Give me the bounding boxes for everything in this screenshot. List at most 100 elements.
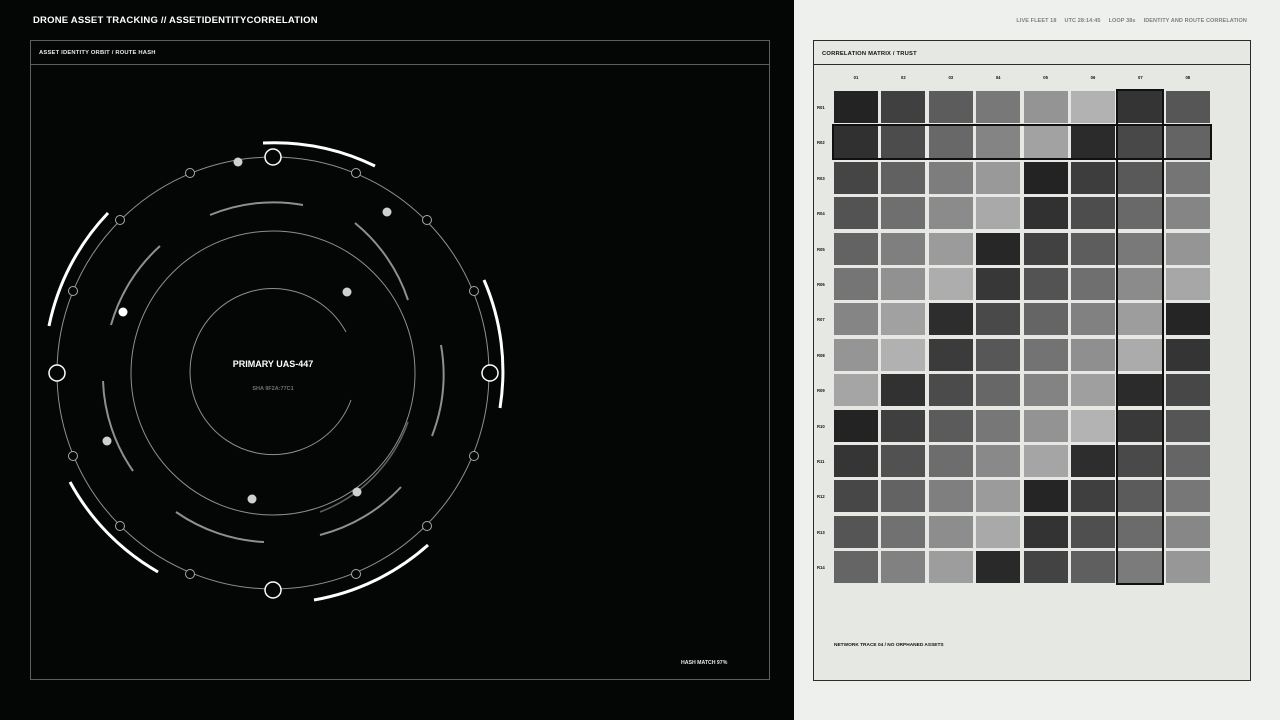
matrix-cell[interactable] (1071, 268, 1115, 300)
matrix-cell[interactable] (1023, 409, 1068, 442)
matrix-cell[interactable] (976, 197, 1021, 230)
matrix-cell[interactable] (1023, 445, 1068, 477)
matrix-cell[interactable] (1165, 374, 1210, 407)
matrix-cell[interactable] (1165, 126, 1210, 159)
matrix-cell[interactable] (834, 374, 878, 407)
matrix-cell[interactable] (976, 445, 1021, 477)
matrix-cell[interactable] (976, 409, 1021, 442)
matrix-cell[interactable] (1071, 374, 1115, 407)
matrix-cell[interactable] (1118, 161, 1163, 194)
asset-marker[interactable] (352, 487, 362, 497)
matrix-cell[interactable] (1165, 232, 1210, 265)
matrix-cell[interactable] (1118, 197, 1163, 230)
matrix-cell[interactable] (834, 409, 878, 442)
matrix-cell[interactable] (834, 161, 878, 194)
matrix-cell[interactable] (881, 480, 926, 513)
matrix-cell[interactable] (881, 515, 926, 548)
matrix-cell[interactable] (1023, 515, 1068, 548)
matrix-cell[interactable] (928, 445, 973, 477)
matrix-cell[interactable] (1071, 409, 1115, 442)
matrix-cell[interactable] (881, 268, 926, 300)
matrix-cell[interactable] (834, 126, 878, 159)
matrix-cell[interactable] (928, 338, 973, 371)
asset-marker[interactable] (233, 157, 243, 167)
matrix-cell[interactable] (881, 126, 926, 159)
matrix-cell[interactable] (881, 445, 926, 477)
matrix-cell[interactable] (881, 161, 926, 194)
matrix-cell[interactable] (1118, 409, 1163, 442)
matrix-cell[interactable] (928, 232, 973, 265)
matrix-cell[interactable] (1118, 445, 1163, 477)
matrix-cell[interactable] (928, 126, 973, 159)
matrix-cell[interactable] (881, 197, 926, 230)
anchor-node-bottom[interactable] (264, 581, 282, 599)
matrix-cell[interactable] (834, 338, 878, 371)
matrix-cell[interactable] (976, 480, 1021, 513)
matrix-cell[interactable] (976, 551, 1021, 584)
matrix-cell[interactable] (1165, 161, 1210, 194)
matrix-cell[interactable] (1165, 515, 1210, 548)
anchor-node-left[interactable] (48, 364, 66, 382)
matrix-cell[interactable] (834, 551, 878, 584)
matrix-cell[interactable] (1071, 515, 1115, 548)
matrix-cell[interactable] (1071, 445, 1115, 477)
matrix-cell[interactable] (834, 232, 878, 265)
matrix-cell[interactable] (1023, 374, 1068, 407)
matrix-cell[interactable] (1165, 197, 1210, 230)
matrix-cell[interactable] (834, 303, 878, 336)
matrix-cell[interactable] (928, 374, 973, 407)
matrix-cell[interactable] (976, 91, 1021, 123)
matrix-cell[interactable] (928, 197, 973, 230)
matrix-cell[interactable] (881, 91, 926, 123)
matrix-cell[interactable] (1023, 197, 1068, 230)
matrix-cell[interactable] (928, 268, 973, 300)
matrix-cell[interactable] (1165, 480, 1210, 513)
matrix-cell[interactable] (928, 91, 973, 123)
matrix-cell[interactable] (1165, 409, 1210, 442)
matrix-cell[interactable] (976, 268, 1021, 300)
matrix-cell[interactable] (976, 338, 1021, 371)
matrix-cell[interactable] (834, 91, 878, 123)
matrix-cell[interactable] (1071, 551, 1115, 584)
matrix-cell[interactable] (1118, 374, 1163, 407)
matrix-cell[interactable] (1023, 338, 1068, 371)
matrix-cell[interactable] (1071, 197, 1115, 230)
matrix-cell[interactable] (1118, 91, 1163, 123)
asset-marker[interactable] (382, 207, 392, 217)
anchor-node-right[interactable] (481, 364, 499, 382)
matrix-cell[interactable] (1118, 515, 1163, 548)
matrix-cell[interactable] (881, 232, 926, 265)
matrix-cell[interactable] (881, 303, 926, 336)
matrix-cell[interactable] (1023, 126, 1068, 159)
matrix-cell[interactable] (928, 551, 973, 584)
matrix-cell[interactable] (1071, 480, 1115, 513)
matrix-cell[interactable] (834, 197, 878, 230)
matrix-cell[interactable] (1071, 161, 1115, 194)
matrix-cell[interactable] (928, 409, 973, 442)
matrix-cell[interactable] (1165, 338, 1210, 371)
matrix-cell[interactable] (1118, 480, 1163, 513)
matrix-cell[interactable] (1071, 91, 1115, 123)
matrix-cell[interactable] (1023, 161, 1068, 194)
matrix-cell[interactable] (1118, 126, 1163, 159)
matrix-cell[interactable] (1023, 268, 1068, 300)
matrix-cell[interactable] (1165, 551, 1210, 584)
matrix-cell[interactable] (1165, 445, 1210, 477)
matrix-cell[interactable] (881, 409, 926, 442)
matrix-cell[interactable] (1071, 126, 1115, 159)
matrix-cell[interactable] (1118, 338, 1163, 371)
matrix-cell[interactable] (1118, 303, 1163, 336)
matrix-cell[interactable] (928, 303, 973, 336)
matrix-cell[interactable] (1165, 303, 1210, 336)
asset-marker[interactable] (342, 287, 352, 297)
matrix-cell[interactable] (928, 480, 973, 513)
matrix-cell[interactable] (976, 126, 1021, 159)
matrix-cell[interactable] (976, 374, 1021, 407)
matrix-cell[interactable] (928, 515, 973, 548)
matrix-cell[interactable] (1165, 91, 1210, 123)
matrix-cell[interactable] (881, 338, 926, 371)
matrix-cell[interactable] (834, 445, 878, 477)
anchor-node-top[interactable] (264, 148, 282, 166)
matrix-cell[interactable] (1118, 268, 1163, 300)
matrix-cell[interactable] (834, 515, 878, 548)
